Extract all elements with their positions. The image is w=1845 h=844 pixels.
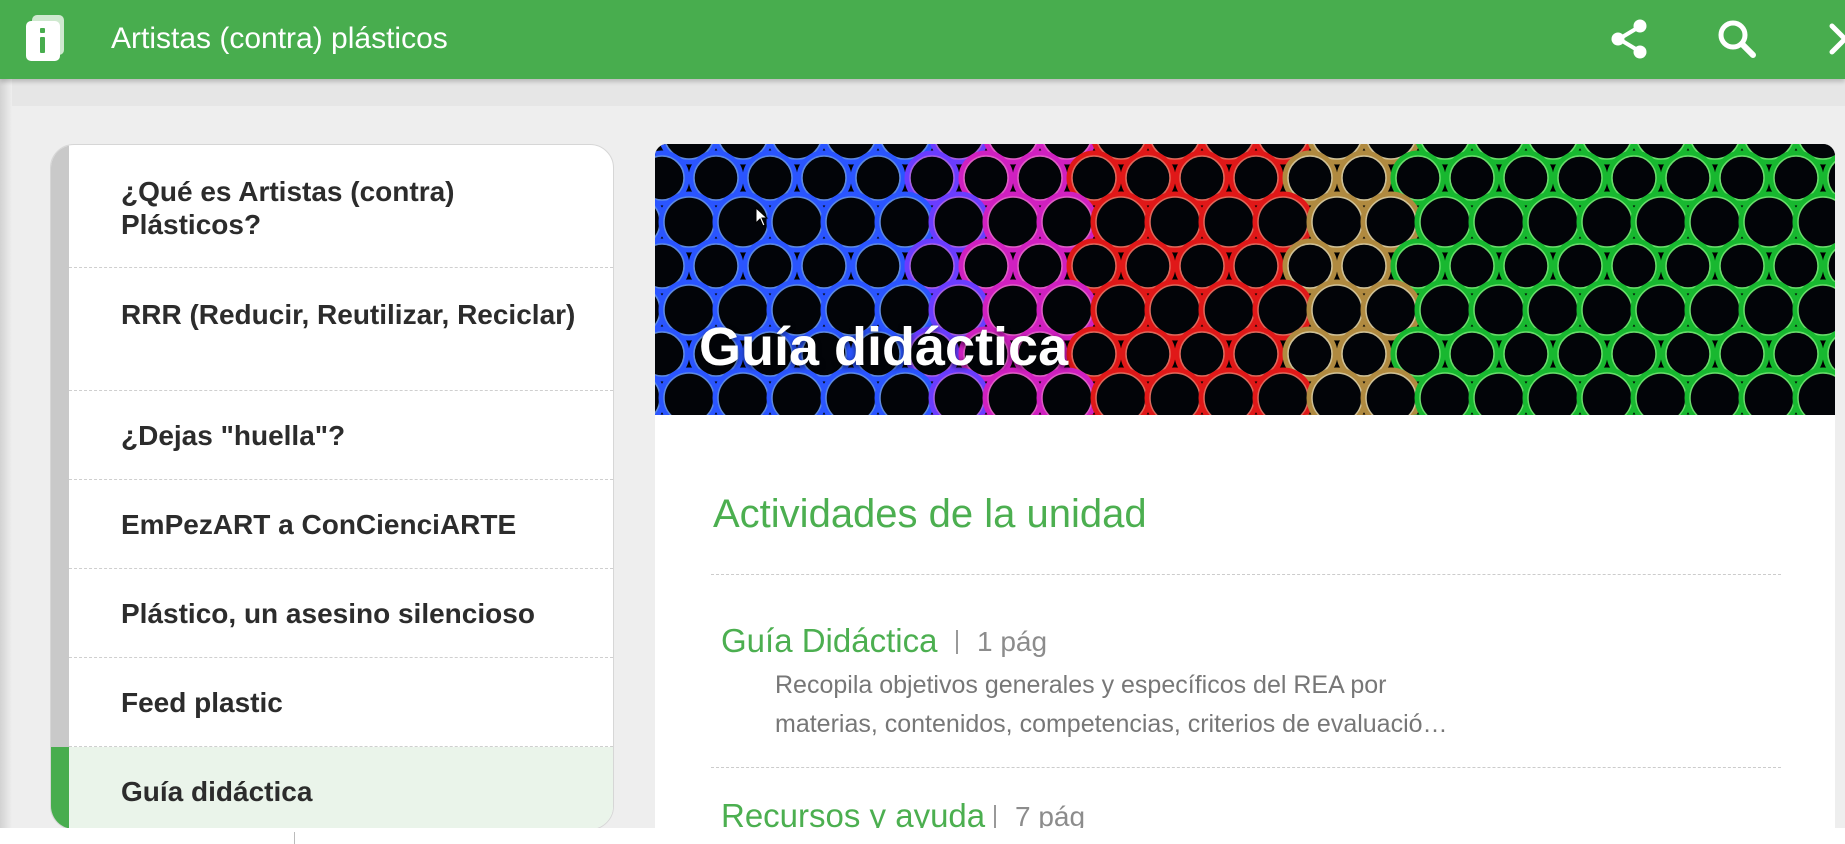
section-heading: Actividades de la unidad [713,492,1147,536]
straw-ring [1144,367,1206,415]
search-button[interactable] [1712,14,1762,64]
search-icon [1718,20,1756,58]
share-icon [1611,19,1647,59]
sidebar-item-label: Plástico, un asesino silencioso [121,598,535,629]
activity-description: Recopila objetivos generales y específic… [775,671,1448,738]
share-button[interactable] [1605,14,1655,64]
separator [994,805,996,828]
main-content: Guía didáctica Actividades de la unidad … [655,144,1835,828]
active-indicator [51,747,69,829]
sidebar-item-label: EmPezART a ConCienciARTE [121,509,517,540]
straw-ring [1468,367,1530,415]
book-info-icon [22,13,68,63]
straw-ring [1738,367,1800,415]
sidebar-item-label: RRR (Reducir, Reutilizar, Reciclar) [121,299,576,330]
activity-item: Guía Didáctica 1 pág Recopila objetivos … [655,622,1835,772]
divider [711,574,1781,575]
close-button[interactable] [1820,14,1845,64]
sidebar-item-label: ¿Dejas "huella"? [121,420,346,451]
straw-ring [1684,367,1746,415]
activity-title-link[interactable]: Guía Didáctica [721,622,937,660]
close-icon [1829,23,1845,55]
activity-title-link[interactable]: Recursos y ayuda [721,797,985,828]
separator [956,630,958,654]
sidebar-rail [51,145,69,829]
sidebar-item-label: ¿Qué es Artistas (contra) Plásticos? [121,176,455,240]
divider [711,767,1781,768]
bottom-divider [294,832,295,844]
left-edge-shade [0,79,12,844]
sidebar-item-label: Feed plastic [121,687,283,718]
hero-banner: Guía didáctica [655,144,1835,415]
straw-ring [1360,367,1422,415]
mouse-cursor-icon [755,207,769,227]
straw-ring [1306,367,1368,415]
sidebar-item-huella[interactable]: ¿Dejas "huella"? [69,391,613,480]
sidebar-item-feed-plastic[interactable]: Feed plastic [69,658,613,747]
activity-item: Recursos y ayuda 7 pág [655,797,1835,828]
straw-ring [1522,367,1584,415]
sidebar-item-plastico-asesino[interactable]: Plástico, un asesino silencioso [69,569,613,658]
top-bar: Artistas (contra) plásticos [0,0,1845,79]
app-title: Artistas (contra) plásticos [111,22,448,55]
straw-ring [1630,367,1692,415]
sidebar-item-que-es[interactable]: ¿Qué es Artistas (contra) Plásticos? [69,145,613,268]
straw-ring [1198,367,1260,415]
page-title: Guía didáctica [699,317,1069,377]
page-count: 1 pág [977,626,1048,657]
sidebar-item-label: Guía didáctica [121,776,313,807]
toolbar-shadow-band [0,79,1845,106]
straw-ring [1090,367,1152,415]
sidebar-item-guia-didactica[interactable]: Guía didáctica [51,747,613,829]
page-count: 7 pág [1015,801,1086,828]
sidebar-item-empezart[interactable]: EmPezART a ConCienciARTE [69,480,613,569]
straw-ring [1252,367,1314,415]
bottom-strip [0,828,1845,844]
chapter-sidebar: ¿Qué es Artistas (contra) Plásticos? RRR… [50,144,614,830]
sidebar-item-rrr[interactable]: RRR (Reducir, Reutilizar, Reciclar) [69,268,613,391]
straw-ring [1414,367,1476,415]
straw-ring [1576,367,1638,415]
